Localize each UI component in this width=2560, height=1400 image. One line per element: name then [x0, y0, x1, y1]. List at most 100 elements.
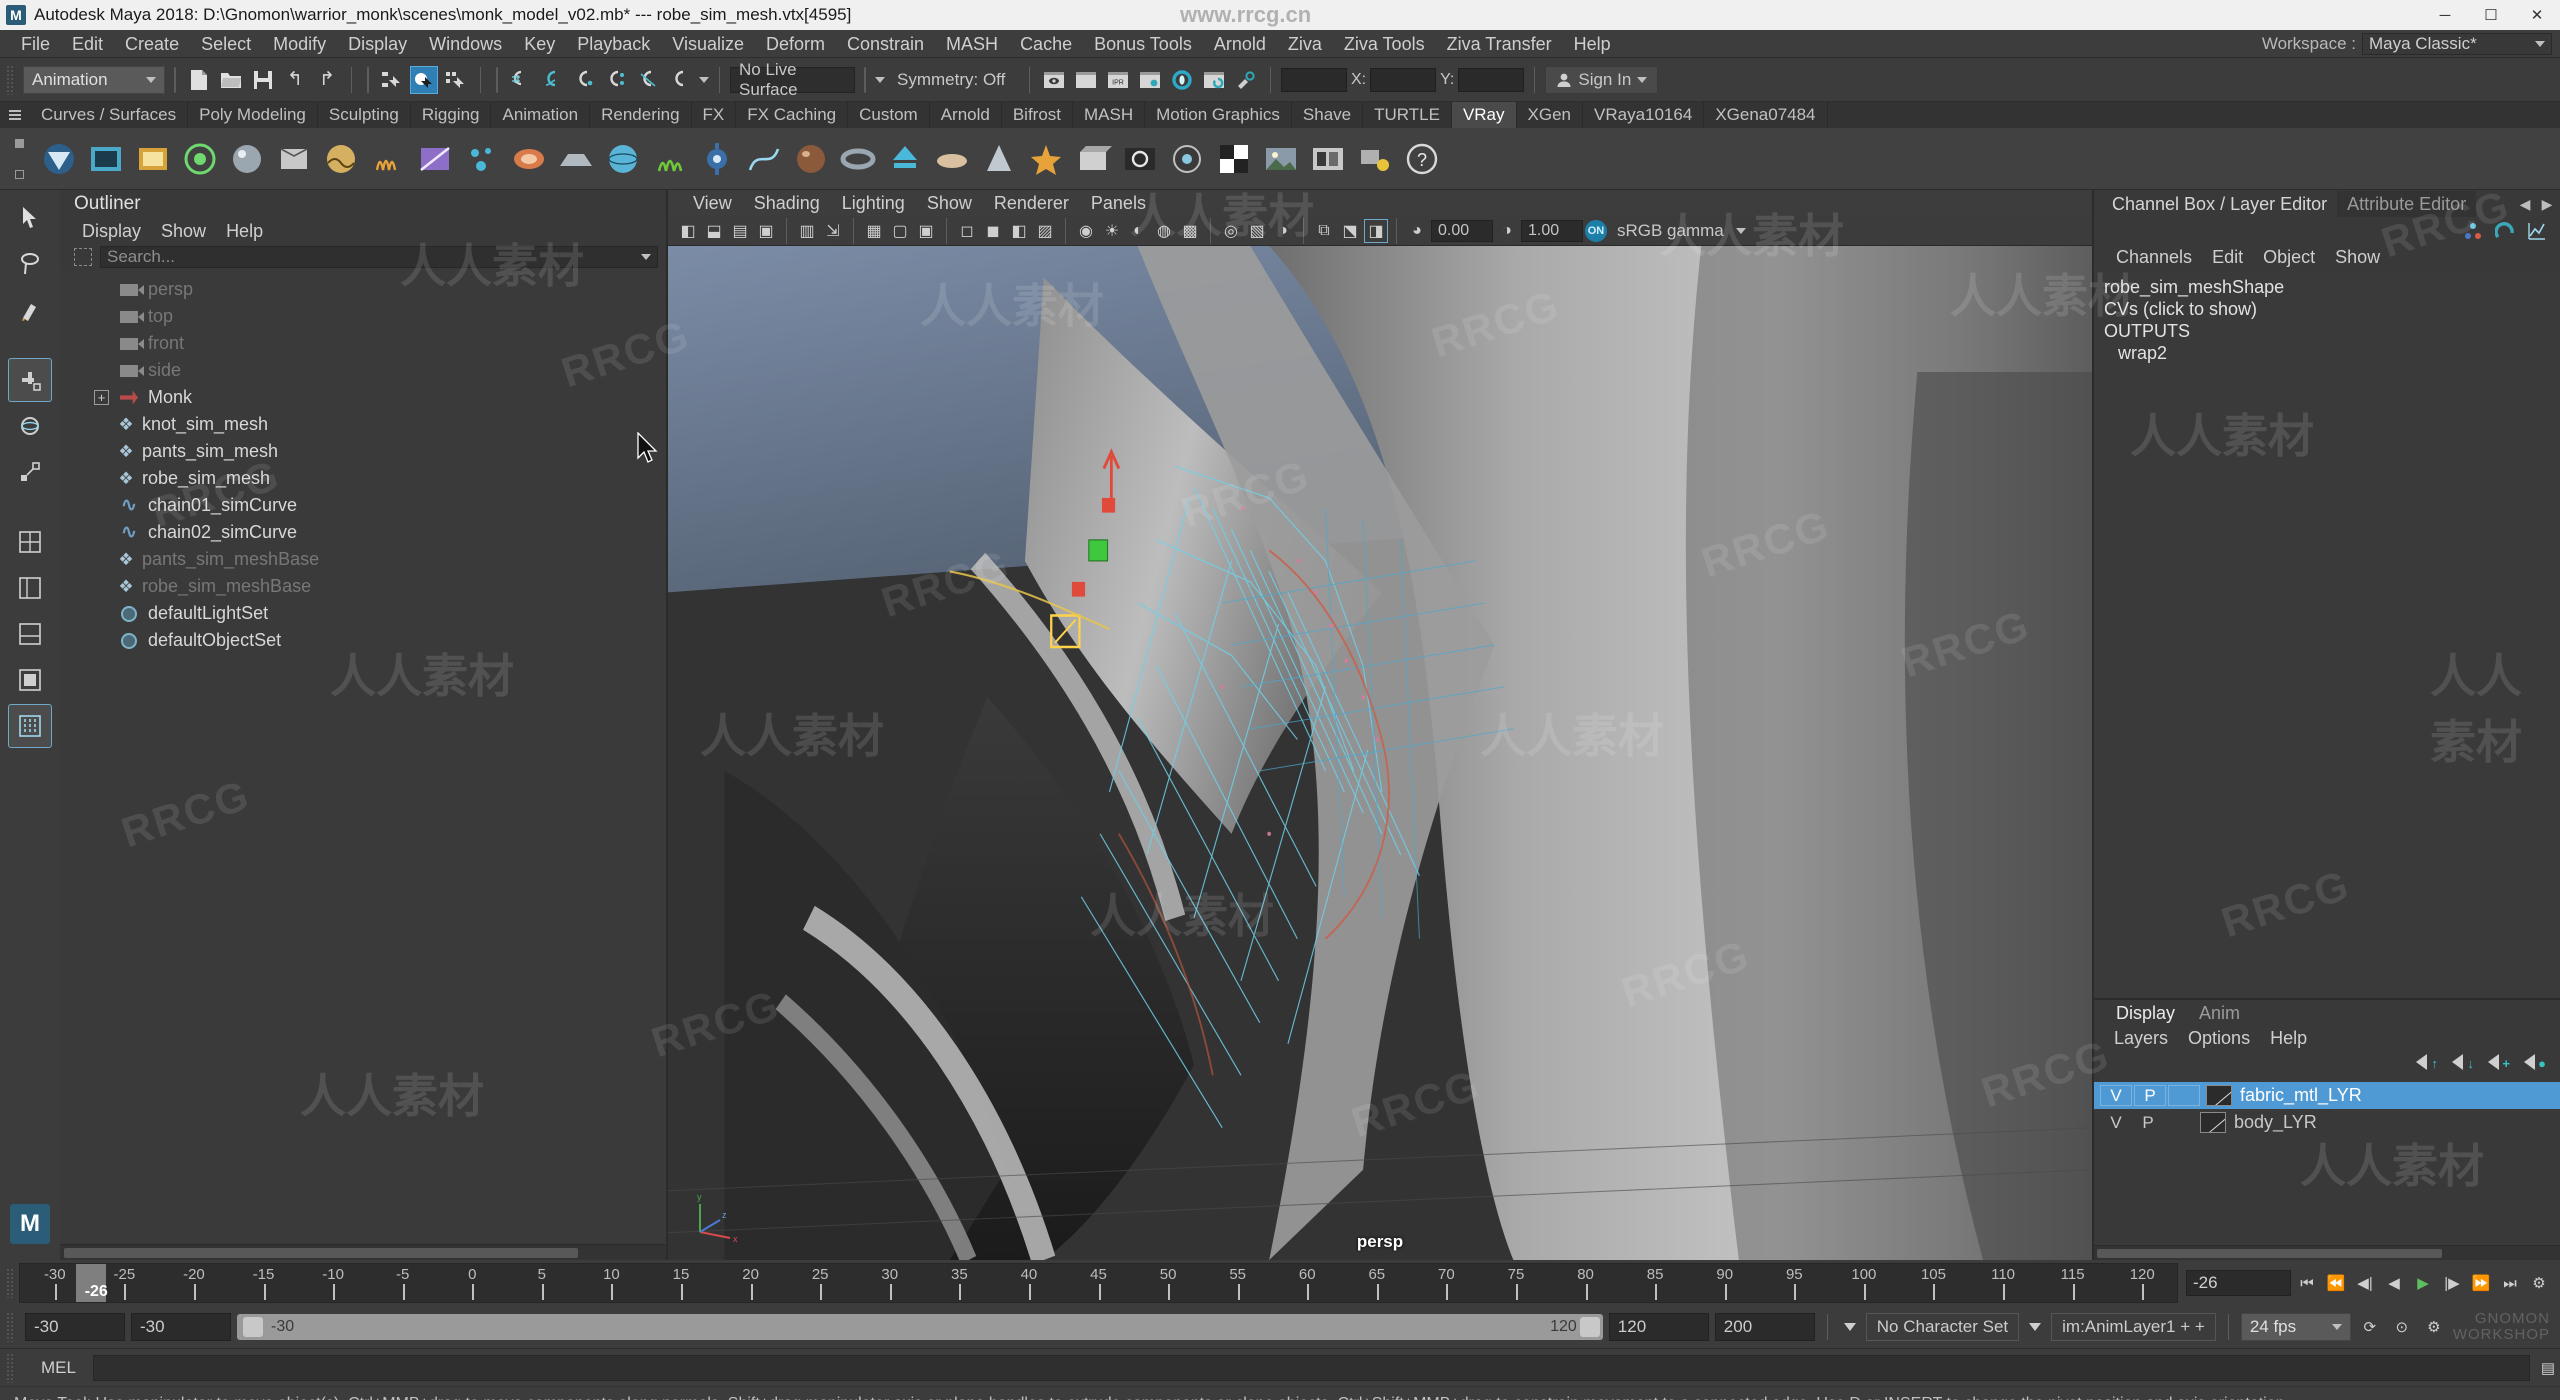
flat-shade-icon[interactable]: ▨: [1033, 219, 1057, 243]
menu-constrain[interactable]: Constrain: [836, 30, 935, 58]
ipr-render-icon[interactable]: IPR: [1104, 66, 1132, 94]
outliner-item-defaultobjectset[interactable]: defaultObjectSet: [60, 627, 666, 654]
vray-clipper-icon[interactable]: [413, 137, 457, 181]
undo-icon[interactable]: ↰: [281, 66, 309, 94]
vray-plane-icon[interactable]: [554, 137, 598, 181]
vray-sphere-icon[interactable]: [601, 137, 645, 181]
tab-attribute-editor[interactable]: Attribute Editor: [2337, 191, 2477, 217]
layer-list[interactable]: V P fabric_mtl_LYR V P body_LYR: [2094, 1076, 2560, 1245]
bookmarks-icon[interactable]: ▣: [754, 219, 778, 243]
render-sequence-icon[interactable]: [1200, 66, 1228, 94]
save-scene-icon[interactable]: [249, 66, 277, 94]
numeric-input-y[interactable]: [1370, 67, 1437, 92]
range-start-time-field[interactable]: -30: [131, 1313, 231, 1341]
shelf-tab-fx-caching[interactable]: FX Caching: [736, 102, 849, 128]
exposure-value[interactable]: 0.00: [1431, 219, 1493, 242]
workspace-dropdown[interactable]: Maya Classic*: [2362, 32, 2552, 55]
step-back-key-button[interactable]: ⏪: [2323, 1270, 2349, 1296]
outliner-item-chain02-simcurve[interactable]: ∿ chain02_simCurve: [60, 519, 666, 546]
paint-select-tool-button[interactable]: [8, 288, 52, 332]
layer-visibility-toggle[interactable]: V: [2100, 1085, 2132, 1106]
cb-menu-edit[interactable]: Edit: [2202, 244, 2253, 270]
range-handle-left[interactable]: [243, 1317, 263, 1337]
shelf-tab-rendering[interactable]: Rendering: [590, 102, 692, 128]
mel-grip[interactable]: [6, 1352, 15, 1383]
vray-frame-buffer-icon[interactable]: [84, 137, 128, 181]
menu-cache[interactable]: Cache: [1009, 30, 1083, 58]
persp-graph-layout-button[interactable]: [8, 612, 52, 656]
range-end-time-field[interactable]: 120: [1608, 1313, 1709, 1341]
shelf-tab-custom[interactable]: Custom: [848, 102, 930, 128]
multisample-icon[interactable]: ▧: [1245, 219, 1269, 243]
menu-arnold[interactable]: Arnold: [1203, 30, 1277, 58]
snap-point-icon[interactable]: [571, 66, 599, 94]
channel-box-output-node[interactable]: wrap2: [2104, 342, 2560, 364]
vray-box-icon[interactable]: [1071, 137, 1115, 181]
layer-visibility-toggle[interactable]: V: [2100, 1113, 2132, 1133]
shelf-tab-arnold[interactable]: Arnold: [930, 102, 1002, 128]
select-object-icon[interactable]: [410, 65, 438, 94]
select-camera-icon[interactable]: ◧: [676, 219, 700, 243]
scale-tool-button[interactable]: [8, 450, 52, 494]
channel-box-cvs-row[interactable]: CVs (click to show): [2104, 298, 2560, 320]
viewport-menu-show[interactable]: Show: [916, 190, 983, 216]
outliner-menu-help[interactable]: Help: [216, 218, 273, 244]
toggle-toolbox-icon[interactable]: [1232, 66, 1260, 94]
layer-tab-display[interactable]: Display: [2104, 1001, 2187, 1025]
vray-light-icon[interactable]: [131, 137, 175, 181]
help-icon[interactable]: ?: [1400, 137, 1444, 181]
layer-playback-toggle[interactable]: P: [2134, 1085, 2166, 1106]
move-layer-down-icon[interactable]: ↓: [2452, 1054, 2474, 1072]
snap-view-plane-icon[interactable]: [635, 66, 663, 94]
animation-preferences-button[interactable]: ⚙: [2526, 1270, 2552, 1296]
cb-menu-object[interactable]: Object: [2253, 244, 2325, 270]
channel-box-content[interactable]: robe_sim_meshShape CVs (click to show) O…: [2094, 270, 2560, 998]
layer-menu-options[interactable]: Options: [2178, 1026, 2260, 1050]
isolate-select-icon[interactable]: ⧉: [1312, 219, 1336, 243]
animation-start-time-field[interactable]: -30: [25, 1313, 125, 1341]
auto-key-icon[interactable]: ⊙: [2389, 1314, 2415, 1340]
tab-channel-box-layer-editor[interactable]: Channel Box / Layer Editor: [2102, 191, 2337, 217]
vray-star-icon[interactable]: [1024, 137, 1068, 181]
menu-visualize[interactable]: Visualize: [661, 30, 755, 58]
layer-playback-toggle[interactable]: P: [2132, 1113, 2164, 1133]
menu-ziva-transfer[interactable]: Ziva Transfer: [1436, 30, 1563, 58]
statusline-grip[interactable]: [6, 64, 15, 95]
menu-edit[interactable]: Edit: [61, 30, 114, 58]
vray-displacement-icon[interactable]: [319, 137, 363, 181]
shelf-tab-animation[interactable]: Animation: [491, 102, 591, 128]
shelf-tab-fx[interactable]: FX: [692, 102, 737, 128]
shelf-tab-vray[interactable]: VRay: [1451, 102, 1517, 128]
outliner-item-knot-sim-mesh[interactable]: ❖ knot_sim_mesh: [60, 411, 666, 438]
new-scene-icon[interactable]: [185, 66, 213, 94]
vray-disc-icon[interactable]: [930, 137, 974, 181]
lock-camera-icon[interactable]: ⬓: [702, 219, 726, 243]
shelf-tab-xgen[interactable]: XGen: [1517, 102, 1583, 128]
vray-scatter-icon[interactable]: [460, 137, 504, 181]
lasso-tool-button[interactable]: [8, 242, 52, 286]
vray-lens-icon[interactable]: [1165, 137, 1209, 181]
menu-deform[interactable]: Deform: [755, 30, 836, 58]
graph-editor-icon[interactable]: [2526, 220, 2548, 242]
shelf-tab-sculpting[interactable]: Sculpting: [318, 102, 411, 128]
play-backwards-button[interactable]: ◀: [2381, 1270, 2407, 1296]
vray-settings-icon[interactable]: [695, 137, 739, 181]
shelf-tab-curves-surfaces[interactable]: Curves / Surfaces: [30, 102, 189, 128]
new-layer-icon[interactable]: +: [2488, 1054, 2510, 1072]
depth-of-field-icon[interactable]: ◑: [1271, 219, 1295, 243]
shelf-grip[interactable]: [4, 128, 34, 190]
outliner-menu-display[interactable]: Display: [72, 218, 151, 244]
select-tool-button[interactable]: [8, 196, 52, 240]
chevron-down-icon[interactable]: [1843, 1323, 1856, 1331]
layer-name[interactable]: body_LYR: [2234, 1112, 2317, 1133]
outliner-item-pants-sim-meshbase[interactable]: ❖ pants_sim_meshBase: [60, 546, 666, 573]
film-gate-icon[interactable]: ▢: [888, 219, 912, 243]
camera-attributes-icon[interactable]: ▤: [728, 219, 752, 243]
menu-bonus-tools[interactable]: Bonus Tools: [1083, 30, 1203, 58]
character-set-field[interactable]: No Character Set: [1865, 1313, 2020, 1341]
outliner-item-top[interactable]: top: [60, 303, 666, 330]
menu-key[interactable]: Key: [513, 30, 566, 58]
layer-color-swatch[interactable]: [2200, 1112, 2226, 1133]
vray-dome-light-icon[interactable]: [178, 137, 222, 181]
outliner-item-pants-sim-mesh[interactable]: ❖ pants_sim_mesh: [60, 438, 666, 465]
